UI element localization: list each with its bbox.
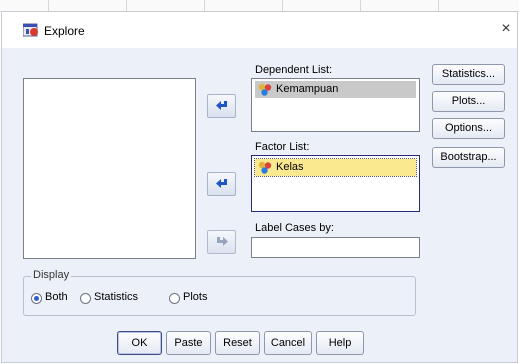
dialog-title: Explore bbox=[44, 24, 85, 38]
radio-plots[interactable] bbox=[169, 293, 180, 304]
paste-button[interactable]: Paste bbox=[166, 331, 211, 355]
radio-statistics[interactable] bbox=[80, 293, 91, 304]
reset-button[interactable]: Reset bbox=[215, 331, 260, 355]
scale-variable-icon bbox=[258, 83, 272, 102]
source-variable-list[interactable] bbox=[23, 78, 196, 259]
dependent-list-label: Dependent List: bbox=[255, 64, 333, 76]
radio-both[interactable] bbox=[31, 293, 42, 304]
factor-list-label: Factor List: bbox=[255, 141, 310, 153]
dependent-list-item[interactable]: Kemampuan bbox=[255, 81, 416, 98]
plots-button[interactable]: Plots... bbox=[432, 91, 505, 112]
nominal-variable-icon bbox=[258, 161, 272, 180]
radio-statistics-label: Statistics bbox=[94, 291, 139, 303]
dependent-list-box[interactable]: Kemampuan bbox=[251, 78, 420, 132]
bootstrap-button[interactable]: Bootstrap... bbox=[432, 147, 505, 168]
factor-list-item[interactable]: Kelas bbox=[254, 158, 417, 177]
close-button[interactable]: × bbox=[498, 20, 514, 38]
help-button[interactable]: Help bbox=[316, 331, 364, 355]
move-to-factor-button[interactable] bbox=[207, 172, 236, 196]
cancel-button[interactable]: Cancel bbox=[264, 331, 312, 355]
label-cases-label: Label Cases by: bbox=[255, 222, 334, 234]
dependent-item-label: Kemampuan bbox=[276, 83, 339, 95]
display-group-legend: Display bbox=[31, 269, 72, 281]
radio-plots-label: Plots bbox=[183, 291, 208, 303]
move-to-dependent-button[interactable] bbox=[207, 94, 236, 118]
factor-list-box[interactable]: Kelas bbox=[251, 155, 420, 212]
options-button[interactable]: Options... bbox=[432, 118, 505, 139]
ok-button[interactable]: OK bbox=[117, 331, 162, 355]
move-to-label-cases-button[interactable] bbox=[207, 230, 236, 254]
statistics-button[interactable]: Statistics... bbox=[432, 64, 505, 85]
radio-both-label: Both bbox=[45, 291, 68, 303]
factor-item-label: Kelas bbox=[276, 161, 304, 173]
label-cases-field[interactable] bbox=[251, 237, 420, 258]
spss-app-icon bbox=[22, 22, 39, 40]
